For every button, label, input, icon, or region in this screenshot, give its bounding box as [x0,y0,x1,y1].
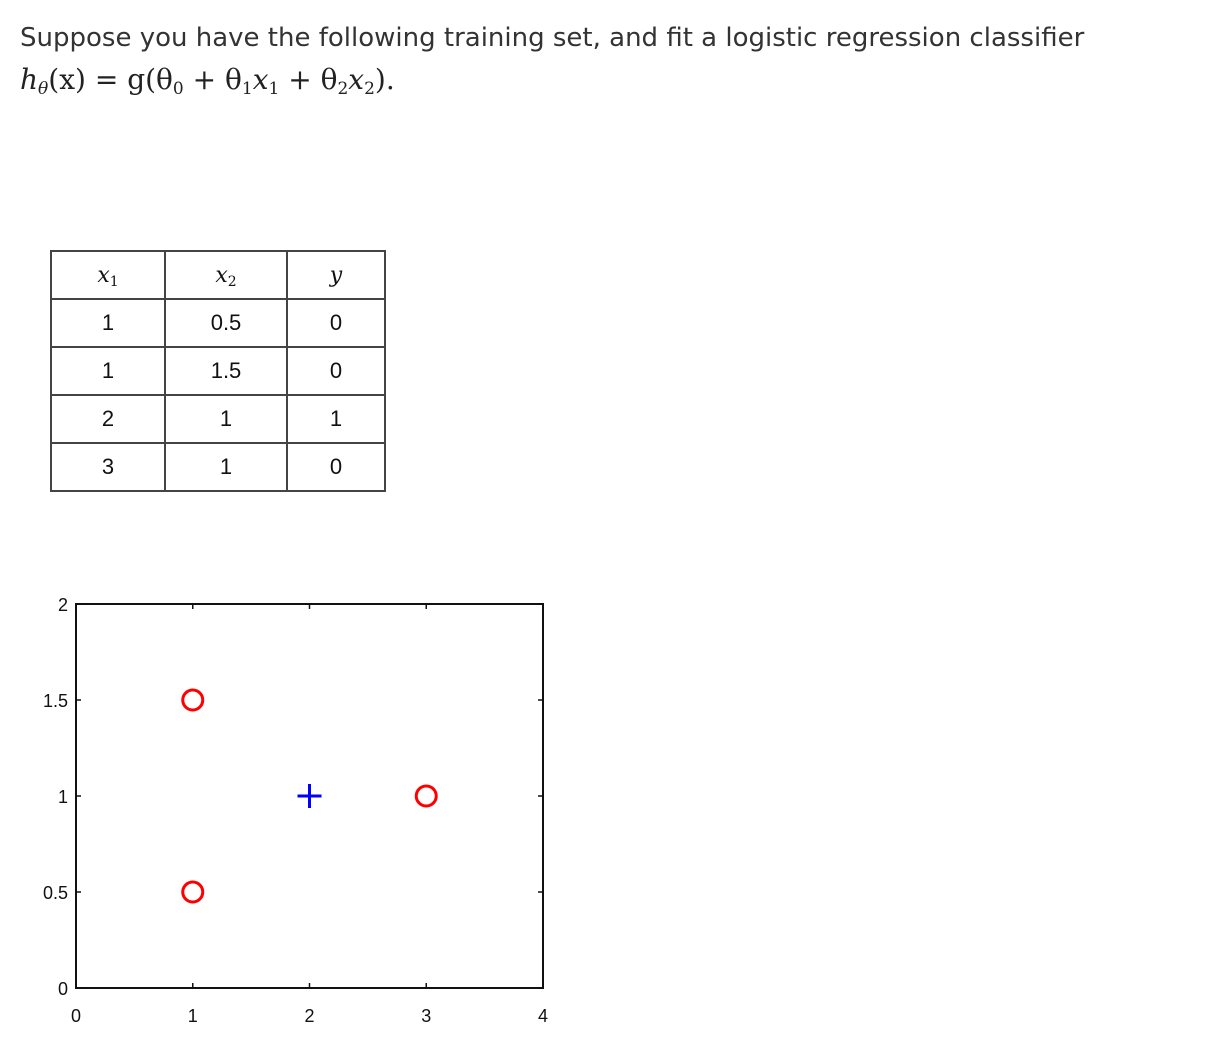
data-point-negative [181,880,205,904]
x-tick-label: 3 [421,1006,431,1026]
x-tick-label: 1 [188,1006,198,1026]
table-cell: 1 [164,394,288,444]
table-cell: 0 [286,346,386,396]
table-cell: 0 [286,298,386,348]
header-y: y [286,250,386,300]
table-cell: 2 [50,394,166,444]
training-set-table: x1 x2 y 1 0.5 0 1 1.5 0 2 1 1 3 1 0 [50,250,386,492]
table-cell: 1 [50,346,166,396]
table-row: 1 0.5 0 [50,298,386,348]
y-tick-label: 0.5 [43,883,68,903]
table-header-row: x1 x2 y [50,250,386,300]
header-x2: x2 [164,250,288,300]
y-tick-label: 0 [58,979,68,999]
table-cell: 0.5 [164,298,288,348]
hypothesis-formula: hθ(x) = g(θ0 + θ1x1 + θ2x2). [20,63,395,99]
table-cell: 1.5 [164,346,288,396]
data-point-negative [414,784,438,808]
header-x1: x1 [50,250,166,300]
x-tick-label: 0 [71,1006,81,1026]
table-cell: 0 [286,442,386,492]
question-text: Suppose you have the following training … [20,23,1085,53]
x-tick-label: 2 [304,1006,314,1026]
table-cell: 1 [50,298,166,348]
y-tick-label: 2 [58,595,68,615]
table-row: 3 1 0 [50,442,386,492]
table-cell: 1 [164,442,288,492]
data-point-positive [297,784,322,808]
table-cell: 1 [286,394,386,444]
table-cell: 3 [50,442,166,492]
y-tick-label: 1 [58,787,68,807]
table-row: 1 1.5 0 [50,346,386,396]
table-row: 2 1 1 [50,394,386,444]
x-tick-label: 4 [538,1006,548,1026]
y-tick-label: 1.5 [43,691,68,711]
scatter-plot: 0 0.5 1 1.5 2 0 1 2 3 4 [43,595,548,1026]
data-point-negative [181,688,205,712]
